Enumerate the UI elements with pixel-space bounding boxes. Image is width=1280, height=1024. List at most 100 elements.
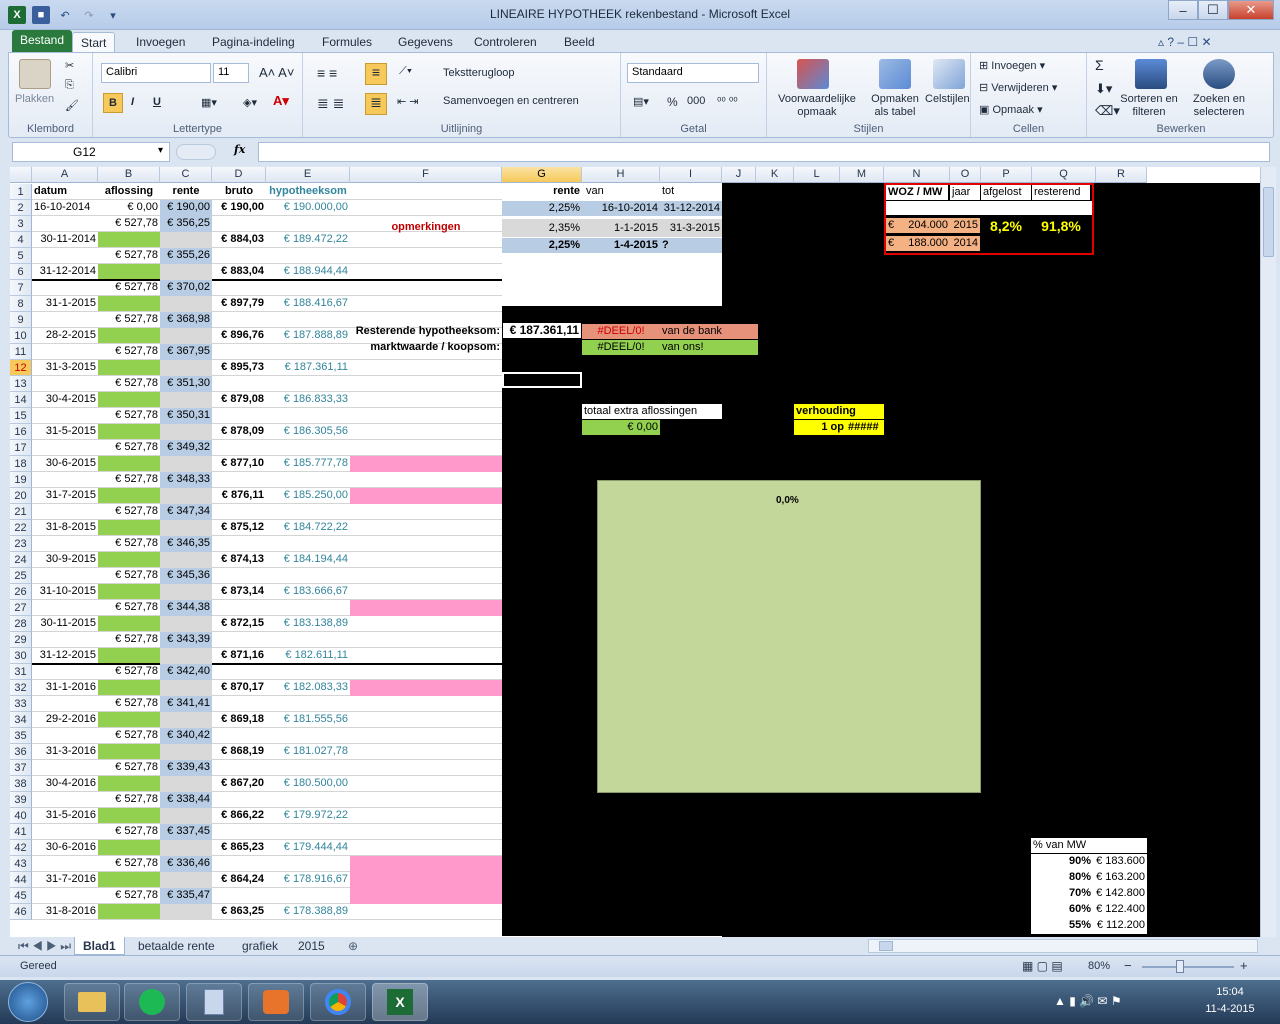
cell-hypotheeksom[interactable]: € 187.888,89 — [266, 328, 350, 344]
row-header[interactable]: 27 — [10, 600, 32, 616]
cell-bruto[interactable]: € 869,18 — [212, 712, 266, 728]
cell-hypotheeksom[interactable]: € 181.555,56 — [266, 712, 350, 728]
extra-aflossing-input[interactable] — [98, 680, 160, 695]
cell-hypotheeksom[interactable]: € 187.361,11 — [266, 360, 350, 376]
cell-bruto[interactable]: € 877,10 — [212, 456, 266, 472]
sheet-tab-blad1[interactable]: Blad1 — [74, 937, 125, 955]
cell-datum[interactable]: 31-8-2016 — [32, 904, 98, 920]
cell-bruto[interactable]: € 897,79 — [212, 296, 266, 312]
mw-value[interactable]: € 183.600 — [1093, 854, 1147, 870]
clock-time[interactable]: 15:04 — [1200, 986, 1260, 998]
remark-highlight[interactable] — [350, 680, 502, 696]
view-buttons-icon[interactable]: ▦ ▢ ▤ — [1022, 959, 1063, 973]
extra-aflossing-input[interactable] — [98, 360, 160, 375]
worksheet-grid[interactable]: ABCDEFGHIJKLMNOPQR 1 2 3 4 5 6 7 8 9 10 11 12 13 14 15… — [10, 167, 1260, 937]
cell-bruto[interactable]: € 878,09 — [212, 424, 266, 440]
column-header-f[interactable]: F — [350, 167, 502, 183]
fx-icon[interactable]: fx — [234, 143, 245, 156]
tab-gegevens[interactable]: Gegevens — [390, 32, 461, 52]
thousands-button[interactable]: 000 — [687, 95, 705, 107]
chart-area[interactable]: 0,0% — [597, 480, 981, 793]
cell-rente[interactable]: € 340,42 — [160, 728, 212, 744]
decimals-icon[interactable]: ⁰⁰ ⁰⁰ — [717, 95, 738, 108]
cell-aflossing[interactable]: € 527,78 — [98, 856, 160, 872]
row-header[interactable]: 9 — [10, 312, 32, 328]
cell-rente[interactable]: € 348,33 — [160, 472, 212, 488]
header-rente[interactable]: rente — [160, 184, 212, 200]
new-sheet-icon[interactable]: ⊕ — [340, 937, 366, 955]
cell-hypotheeksom[interactable]: € 180.500,00 — [266, 776, 350, 792]
cell-bruto[interactable]: € 870,17 — [212, 680, 266, 696]
cell-bruto[interactable]: € 879,08 — [212, 392, 266, 408]
cell-aflossing[interactable]: € 527,78 — [98, 728, 160, 744]
cell-hypotheeksom[interactable]: € 182.083,33 — [266, 680, 350, 696]
cell-hypotheeksom[interactable]: € 184.722,22 — [266, 520, 350, 536]
cell-hypotheeksom[interactable]: € 189.472,22 — [266, 232, 350, 248]
cell-bruto[interactable]: € 866,22 — [212, 808, 266, 824]
cell-rente[interactable]: € 190,00 — [160, 200, 212, 216]
cell-bruto[interactable]: € 190,00 — [212, 200, 266, 216]
row-header[interactable]: 22 — [10, 520, 32, 536]
cell-hypotheeksom[interactable]: € 183.666,67 — [266, 584, 350, 600]
cell-aflossing[interactable]: € 527,78 — [98, 536, 160, 552]
cell-datum[interactable]: 31-12-2014 — [32, 264, 98, 280]
sort-filter-button[interactable]: Sorteren en filteren — [1117, 93, 1181, 119]
cell-aflossing[interactable]: € 527,78 — [98, 408, 160, 424]
remark-highlight[interactable] — [350, 856, 502, 872]
cell-rente[interactable]: € 337,45 — [160, 824, 212, 840]
row-header[interactable]: 44 — [10, 872, 32, 888]
borders-icon[interactable]: ▦▾ — [201, 96, 217, 109]
column-header-l[interactable]: L — [794, 167, 840, 183]
row-header[interactable]: 35 — [10, 728, 32, 744]
cell-aflossing[interactable]: € 527,78 — [98, 760, 160, 776]
extra-aflossingen-value[interactable]: € 0,00 — [582, 420, 660, 435]
column-header-m[interactable]: M — [840, 167, 884, 183]
cell-rente[interactable]: € 341,41 — [160, 696, 212, 712]
row-header[interactable]: 45 — [10, 888, 32, 904]
cell-datum[interactable]: 31-3-2015 — [32, 360, 98, 376]
cell-aflossing[interactable]: € 527,78 — [98, 376, 160, 392]
cell-datum[interactable]: 31-5-2016 — [32, 808, 98, 824]
horizontal-scrollbar[interactable] — [868, 939, 1258, 953]
orientation-icon[interactable]: ⟋▾ — [399, 65, 412, 78]
row-header[interactable]: 18 — [10, 456, 32, 472]
cell-hypotheeksom[interactable]: € 182.611,11 — [266, 648, 350, 664]
zoom-slider-thumb[interactable] — [1176, 960, 1184, 973]
remark-highlight[interactable] — [350, 872, 502, 888]
grow-font-icon[interactable]: A˄ A˅ — [259, 65, 294, 80]
row-header[interactable]: 26 — [10, 584, 32, 600]
cell-aflossing[interactable]: € 527,78 — [98, 792, 160, 808]
cell-hypotheeksom[interactable]: € 179.444,44 — [266, 840, 350, 856]
row-header[interactable]: 19 — [10, 472, 32, 488]
extra-aflossing-input[interactable] — [98, 552, 160, 567]
row-header[interactable]: 31 — [10, 664, 32, 680]
row-header[interactable]: 20 — [10, 488, 32, 504]
cell-datum[interactable]: 31-7-2016 — [32, 872, 98, 888]
row-header[interactable]: 37 — [10, 760, 32, 776]
row-header[interactable]: 6 — [10, 264, 32, 280]
cell-rente[interactable]: € 350,31 — [160, 408, 212, 424]
cell-rente[interactable]: € 339,43 — [160, 760, 212, 776]
align-top-icon[interactable]: ≡ ≡ — [317, 65, 337, 81]
cell-bruto[interactable]: € 865,23 — [212, 840, 266, 856]
maximize-button[interactable]: ☐ — [1198, 0, 1228, 20]
row-header[interactable]: 8 — [10, 296, 32, 312]
cell-bruto[interactable]: € 884,03 — [212, 232, 266, 248]
cell-hypotheeksom[interactable]: € 186.305,56 — [266, 424, 350, 440]
extra-aflossing-input[interactable] — [98, 776, 160, 791]
extra-aflossing-input[interactable] — [98, 520, 160, 535]
find-select-icon[interactable] — [1203, 59, 1235, 89]
cell-datum[interactable]: 28-2-2015 — [32, 328, 98, 344]
cell-hypotheeksom[interactable]: € 185.777,78 — [266, 456, 350, 472]
cell-datum[interactable]: 30-6-2016 — [32, 840, 98, 856]
vertical-scrollbar[interactable] — [1260, 167, 1276, 937]
tab-pagina-indeling[interactable]: Pagina-indeling — [204, 32, 303, 52]
calculator-taskbar-icon[interactable] — [186, 983, 242, 1021]
row-header[interactable]: 46 — [10, 904, 32, 920]
align-bottom-icon[interactable]: ≡ — [365, 63, 387, 85]
column-header-k[interactable]: K — [756, 167, 794, 183]
extra-aflossing-input[interactable] — [98, 616, 160, 631]
cell-bruto[interactable]: € 876,11 — [212, 488, 266, 504]
extra-aflossing-input[interactable] — [98, 264, 160, 279]
format-painter-icon[interactable]: 🖌 — [65, 99, 79, 112]
